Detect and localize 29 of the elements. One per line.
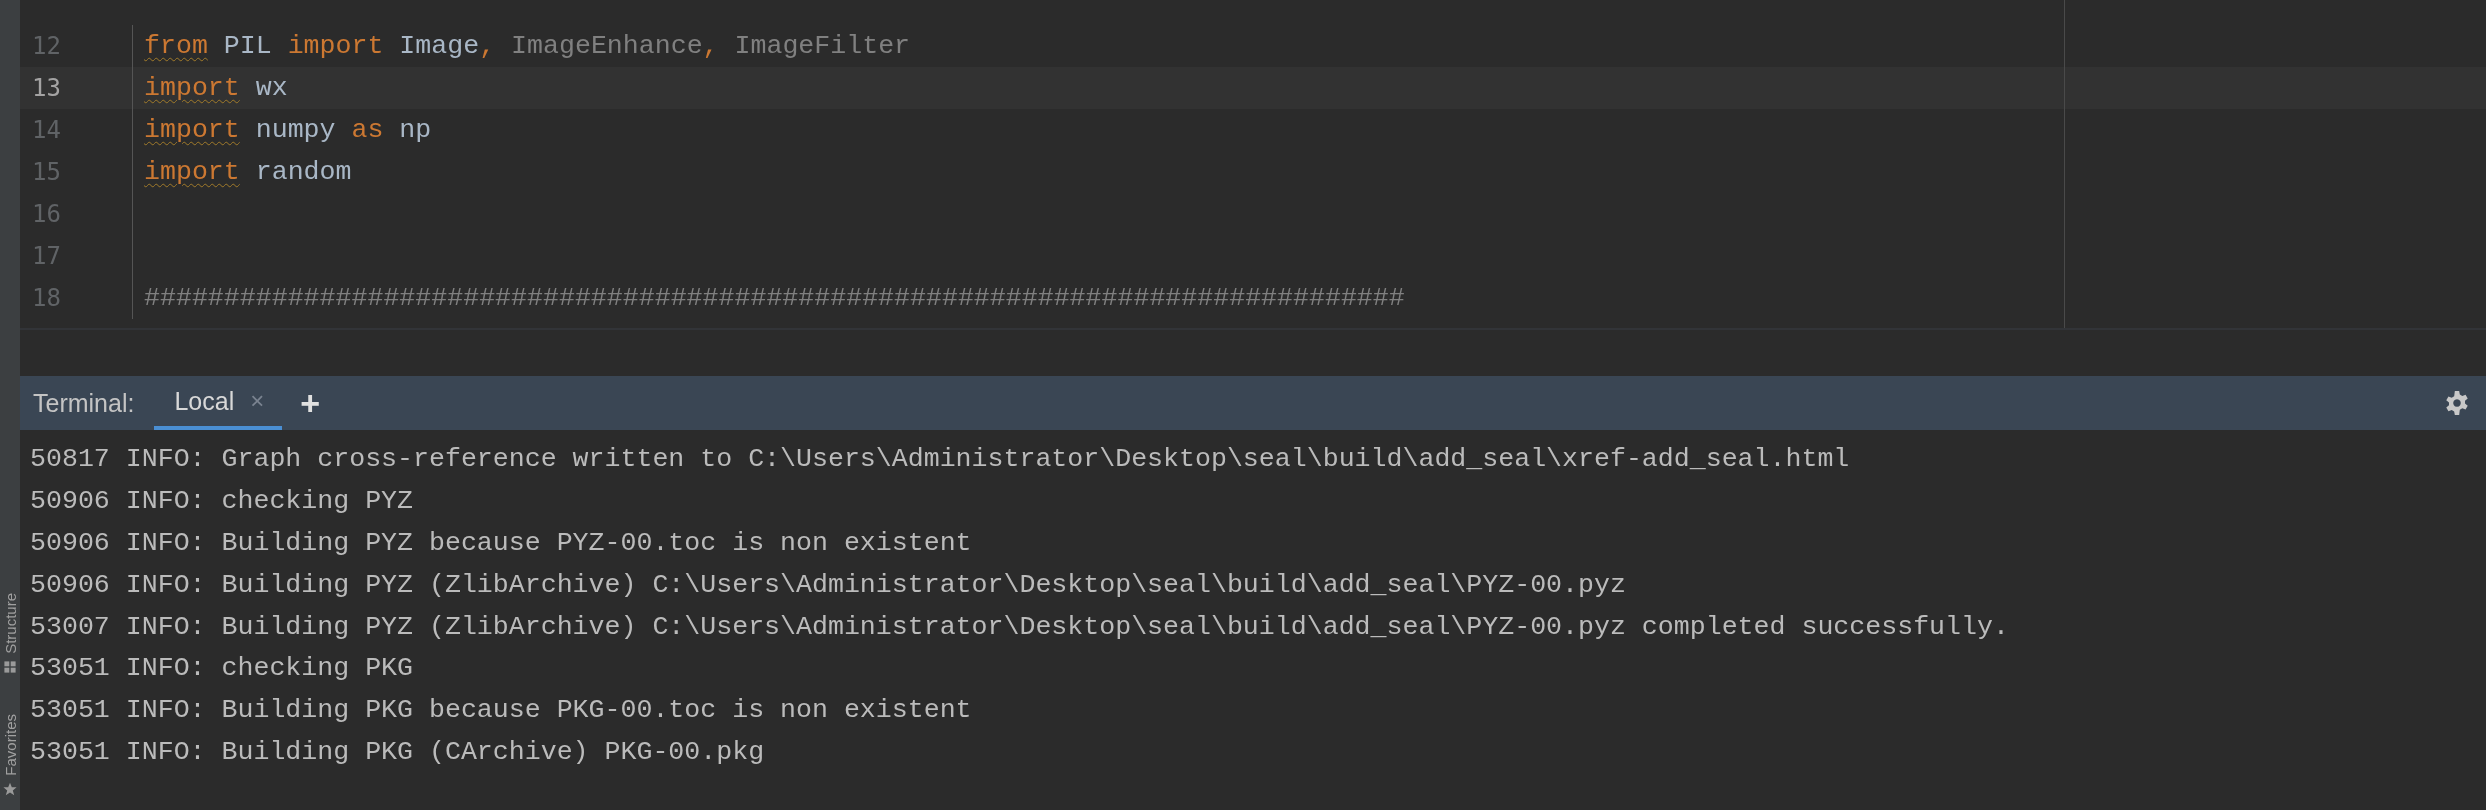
star-icon bbox=[3, 782, 17, 796]
settings-icon[interactable] bbox=[2444, 390, 2470, 416]
code-line: ############################################################################### bbox=[143, 283, 1405, 313]
terminal-output-line: 53051 INFO: Building PKG because PKG-00.toc is non existent bbox=[30, 694, 973, 728]
structure-icon bbox=[3, 660, 17, 675]
line-number: 13 bbox=[32, 74, 61, 102]
terminal-tab[interactable]: Local × bbox=[154, 376, 283, 430]
code-line: import wx bbox=[143, 73, 288, 103]
terminal-output-line: 50906 INFO: Building PYZ (ZlibArchive) C:\Users\Administrator\Desktop\seal\build\add_seal\PYZ-00.pyz bbox=[30, 568, 1627, 602]
line-number: 18 bbox=[32, 284, 61, 312]
terminal-output-line: 50906 INFO: checking PYZ bbox=[30, 484, 414, 518]
tool-window-tab[interactable]: Structure bbox=[1, 593, 19, 655]
code-line: import random bbox=[143, 157, 352, 187]
line-number: 17 bbox=[32, 242, 61, 270]
terminal-label: Terminal: bbox=[33, 388, 135, 418]
line-number: 16 bbox=[32, 200, 61, 228]
terminal-output-line: 53051 INFO: Building PKG (CArchive) PKG-00.pkg bbox=[30, 736, 766, 770]
new-tab-button[interactable]: + bbox=[290, 376, 331, 430]
code-line: import numpy as np bbox=[143, 115, 432, 145]
tool-window-tab[interactable]: Favorites bbox=[1, 714, 19, 776]
line-number: 12 bbox=[32, 32, 61, 60]
line-number: 14 bbox=[32, 116, 61, 144]
terminal-output-line: 53051 INFO: checking PKG bbox=[30, 652, 414, 686]
code-line: from PIL import Image, ImageEnhance, ImageFilter bbox=[143, 31, 911, 61]
terminal-output-line: 50817 INFO: Graph cross-reference written to C:\Users\Administrator\Desktop\seal\build\add_seal\xref-add_seal.html bbox=[30, 442, 1851, 476]
close-icon[interactable]: × bbox=[250, 387, 265, 415]
line-number: 15 bbox=[32, 158, 61, 186]
terminal-output-line: 53007 INFO: Building PYZ (ZlibArchive) C:\Users\Administrator\Desktop\seal\build\add_seal\PYZ-00.pyz completed successfully. bbox=[30, 610, 2010, 644]
terminal-output-line: 50906 INFO: Building PYZ because PYZ-00.toc is non existent bbox=[30, 526, 973, 560]
